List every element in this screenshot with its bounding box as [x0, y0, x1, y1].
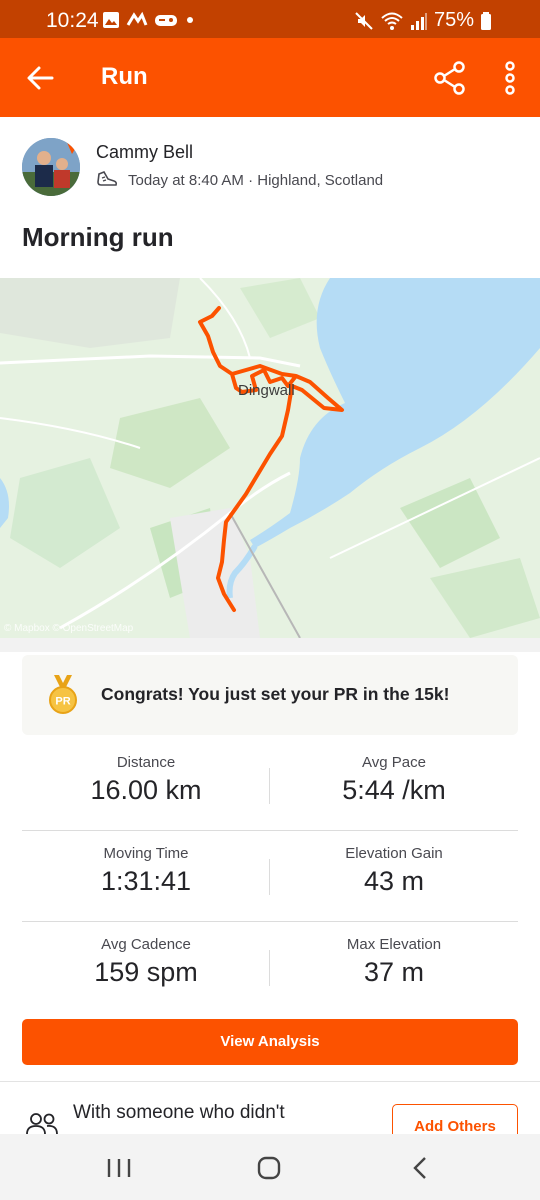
wifi-icon	[381, 12, 403, 30]
stat-value: 1:31:41	[100, 866, 192, 896]
shoe-icon	[97, 170, 118, 186]
stat-label: Distance	[116, 754, 176, 771]
stat-avg-pace: Avg Pace 5:44 /km	[270, 740, 518, 831]
group-activity-row: With someone who didn't Add Others	[0, 1082, 540, 1134]
stat-value: 159 spm	[94, 957, 198, 987]
mute-icon	[355, 11, 373, 30]
stats-row: Avg Cadence 159 spm Max Elevation 37 m	[22, 922, 518, 1013]
stat-value: 37 m	[363, 957, 425, 987]
stat-moving-time: Moving Time 1:31:41	[22, 831, 270, 922]
share-icon[interactable]	[432, 60, 468, 96]
stats-grid: Distance 16.00 km Avg Pace 5:44 /km Movi…	[22, 740, 518, 1013]
back-arrow-icon[interactable]	[24, 62, 56, 94]
section-divider	[0, 638, 540, 652]
stats-row: Moving Time 1:31:41 Elevation Gain 43 m	[22, 831, 518, 922]
signal-icon	[410, 12, 427, 30]
medal-icon: PR	[49, 675, 77, 714]
status-time: 10:24	[46, 9, 99, 32]
stat-value: 16.00 km	[90, 775, 202, 805]
app-bar: Run	[0, 38, 540, 117]
pr-banner[interactable]: PR Congrats! You just set your PR in the…	[22, 655, 518, 735]
stat-label: Avg Cadence	[101, 936, 191, 953]
back-icon[interactable]	[406, 1154, 436, 1182]
people-icon	[26, 1113, 58, 1134]
map-town-label: Dingwall	[238, 382, 295, 399]
route-map[interactable]: Dingwall © Mapbox © OpenStreetMap	[0, 278, 540, 638]
status-bar: 10:24 75%	[0, 0, 540, 38]
stat-avg-cadence: Avg Cadence 159 spm	[22, 922, 270, 1013]
activity-title: Morning run	[22, 222, 174, 252]
group-activity-text: With someone who didn't	[73, 1102, 285, 1123]
strava-icon	[126, 11, 148, 26]
add-others-button[interactable]: Add Others	[392, 1104, 518, 1134]
stat-label: Max Elevation	[346, 936, 442, 953]
stat-label: Avg Pace	[362, 754, 426, 771]
stat-label: Moving Time	[103, 845, 189, 862]
home-icon[interactable]	[254, 1154, 284, 1182]
stats-row: Distance 16.00 km Avg Pace 5:44 /km	[22, 740, 518, 831]
athlete-name[interactable]: Cammy Bell	[96, 142, 193, 163]
medal-text: PR	[55, 696, 70, 708]
battery-icon	[481, 11, 491, 30]
page-title: Run	[101, 63, 148, 90]
map-canvas	[0, 278, 540, 638]
more-options-icon[interactable]	[498, 58, 522, 98]
dot-icon	[187, 17, 193, 23]
avatar[interactable]	[22, 138, 80, 196]
recent-apps-icon[interactable]	[104, 1154, 134, 1182]
stat-value: 43 m	[363, 866, 425, 896]
stat-distance: Distance 16.00 km	[22, 740, 270, 831]
system-nav-bar	[0, 1134, 540, 1200]
battery-percent: 75%	[433, 9, 474, 31]
activity-meta-text: Today at 8:40 AM · Highland, Scotland	[128, 171, 384, 189]
stat-label: Elevation Gain	[345, 845, 443, 862]
map-attribution[interactable]: © Mapbox © OpenStreetMap	[4, 623, 133, 634]
stat-value: 5:44 /km	[342, 775, 446, 805]
system-status: 75%	[354, 9, 492, 32]
gamepad-icon	[155, 15, 177, 26]
activity-meta: Today at 8:40 AM · Highland, Scotland	[96, 170, 383, 190]
stat-elevation-gain: Elevation Gain 43 m	[270, 831, 518, 922]
notification-icons	[102, 11, 196, 29]
pr-message: Congrats! You just set your PR in the 15…	[101, 684, 450, 704]
image-icon	[103, 12, 119, 28]
view-analysis-button[interactable]: View Analysis	[22, 1019, 518, 1065]
stat-max-elevation: Max Elevation 37 m	[270, 922, 518, 1013]
